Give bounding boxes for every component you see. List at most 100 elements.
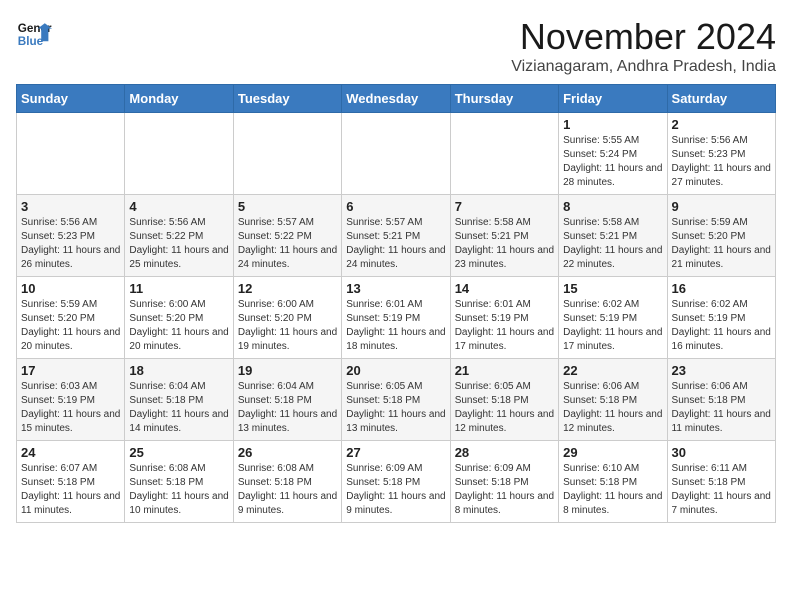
month-title: November 2024 [511,16,776,58]
calendar-cell: 29 Sunrise: 6:10 AM Sunset: 5:18 PM Dayli… [559,441,667,523]
calendar-week-3: 10 Sunrise: 5:59 AM Sunset: 5:20 PM Dayli… [17,277,776,359]
day-number: 11 [129,281,228,296]
day-info: Sunrise: 6:08 AM Sunset: 5:18 PM Dayligh… [129,462,228,518]
day-info: Sunrise: 6:09 AM Sunset: 5:18 PM Dayligh… [346,462,445,518]
calendar-cell [233,113,341,195]
day-number: 24 [21,445,120,460]
day-info: Sunrise: 5:57 AM Sunset: 5:22 PM Dayligh… [238,216,337,272]
day-info: Sunrise: 6:00 AM Sunset: 5:20 PM Dayligh… [129,298,228,354]
day-info: Sunrise: 6:07 AM Sunset: 5:18 PM Dayligh… [21,462,120,518]
calendar-cell: 13 Sunrise: 6:01 AM Sunset: 5:19 PM Dayli… [342,277,450,359]
calendar-cell [450,113,558,195]
day-number: 1 [563,117,662,132]
day-number: 25 [129,445,228,460]
day-info: Sunrise: 5:59 AM Sunset: 5:20 PM Dayligh… [21,298,120,354]
day-info: Sunrise: 5:58 AM Sunset: 5:21 PM Dayligh… [563,216,662,272]
calendar-cell: 21Sunrise: 6:05 AM Sunset: 5:18 PM Dayli… [450,359,558,441]
day-number: 10 [21,281,120,296]
day-number: 20 [346,363,445,378]
day-info: Sunrise: 6:09 AM Sunset: 5:18 PM Dayligh… [455,462,554,518]
day-number: 12 [238,281,337,296]
day-number: 15 [563,281,662,296]
day-info: Sunrise: 6:03 AM Sunset: 5:19 PM Dayligh… [21,380,120,436]
day-number: 9 [672,199,771,214]
day-info: Sunrise: 5:56 AM Sunset: 5:23 PM Dayligh… [21,216,120,272]
calendar-cell: 12 Sunrise: 6:00 AM Sunset: 5:20 PM Dayli… [233,277,341,359]
day-info: Sunrise: 6:05 AM Sunset: 5:18 PM Dayligh… [346,380,445,436]
weekday-header-monday: Monday [125,85,233,113]
calendar-week-1: 1 Sunrise: 5:55 AM Sunset: 5:24 PM Daylig… [17,113,776,195]
calendar-week-4: 17 Sunrise: 6:03 AM Sunset: 5:19 PM Dayli… [17,359,776,441]
calendar-cell: 17 Sunrise: 6:03 AM Sunset: 5:19 PM Dayli… [17,359,125,441]
day-info: Sunrise: 6:01 AM Sunset: 5:19 PM Dayligh… [455,298,554,354]
svg-text:Blue: Blue [18,35,44,48]
calendar-cell: 26Sunrise: 6:08 AM Sunset: 5:18 PM Dayli… [233,441,341,523]
day-info: Sunrise: 5:56 AM Sunset: 5:22 PM Dayligh… [129,216,228,272]
calendar-cell: 9 Sunrise: 5:59 AM Sunset: 5:20 PM Daylig… [667,195,775,277]
calendar-cell [17,113,125,195]
day-info: Sunrise: 5:55 AM Sunset: 5:24 PM Dayligh… [563,134,662,190]
calendar-cell: 25 Sunrise: 6:08 AM Sunset: 5:18 PM Dayli… [125,441,233,523]
day-number: 8 [563,199,662,214]
calendar-cell: 2 Sunrise: 5:56 AM Sunset: 5:23 PM Daylig… [667,113,775,195]
logo-icon: General Blue [16,16,52,52]
day-number: 7 [455,199,554,214]
calendar-cell: 19 Sunrise: 6:04 AM Sunset: 5:18 PM Dayli… [233,359,341,441]
calendar-cell [125,113,233,195]
weekday-header-saturday: Saturday [667,85,775,113]
day-info: Sunrise: 6:04 AM Sunset: 5:18 PM Dayligh… [129,380,228,436]
day-number: 13 [346,281,445,296]
day-number: 23 [672,363,771,378]
day-info: Sunrise: 6:00 AM Sunset: 5:20 PM Dayligh… [238,298,337,354]
calendar-cell: 7 Sunrise: 5:58 AM Sunset: 5:21 PM Daylig… [450,195,558,277]
day-number: 30 [672,445,771,460]
day-number: 18 [129,363,228,378]
day-number: 16 [672,281,771,296]
day-info: Sunrise: 6:05 AM Sunset: 5:18 PM Dayligh… [455,380,554,436]
day-info: Sunrise: 5:59 AM Sunset: 5:20 PM Dayligh… [672,216,771,272]
day-number: 28 [455,445,554,460]
day-info: Sunrise: 6:01 AM Sunset: 5:19 PM Dayligh… [346,298,445,354]
calendar-cell: 8 Sunrise: 5:58 AM Sunset: 5:21 PM Daylig… [559,195,667,277]
day-info: Sunrise: 5:57 AM Sunset: 5:21 PM Dayligh… [346,216,445,272]
weekday-header-thursday: Thursday [450,85,558,113]
weekday-header-sunday: Sunday [17,85,125,113]
day-info: Sunrise: 6:02 AM Sunset: 5:19 PM Dayligh… [672,298,771,354]
calendar-cell: 22Sunrise: 6:06 AM Sunset: 5:18 PM Dayli… [559,359,667,441]
calendar-cell: 27 Sunrise: 6:09 AM Sunset: 5:18 PM Dayli… [342,441,450,523]
day-info: Sunrise: 6:11 AM Sunset: 5:18 PM Dayligh… [672,462,771,518]
calendar-cell: 23 Sunrise: 6:06 AM Sunset: 5:18 PM Dayli… [667,359,775,441]
calendar-cell: 5 Sunrise: 5:57 AM Sunset: 5:22 PM Daylig… [233,195,341,277]
day-number: 3 [21,199,120,214]
day-info: Sunrise: 5:58 AM Sunset: 5:21 PM Dayligh… [455,216,554,272]
day-number: 26 [238,445,337,460]
day-info: Sunrise: 5:56 AM Sunset: 5:23 PM Dayligh… [672,134,771,190]
calendar-cell: 15 Sunrise: 6:02 AM Sunset: 5:19 PM Dayli… [559,277,667,359]
calendar-cell: 3 Sunrise: 5:56 AM Sunset: 5:23 PM Daylig… [17,195,125,277]
day-info: Sunrise: 6:06 AM Sunset: 5:18 PM Dayligh… [672,380,771,436]
calendar-cell: 28 Sunrise: 6:09 AM Sunset: 5:18 PM Dayli… [450,441,558,523]
day-number: 4 [129,199,228,214]
day-number: 29 [563,445,662,460]
calendar-cell: 10 Sunrise: 5:59 AM Sunset: 5:20 PM Dayli… [17,277,125,359]
calendar-cell: 1 Sunrise: 5:55 AM Sunset: 5:24 PM Daylig… [559,113,667,195]
calendar-week-5: 24 Sunrise: 6:07 AM Sunset: 5:18 PM Dayli… [17,441,776,523]
weekday-header-row: SundayMondayTuesdayWednesdayThursdayFrid… [17,85,776,113]
day-info: Sunrise: 6:04 AM Sunset: 5:18 PM Dayligh… [238,380,337,436]
day-number: 27 [346,445,445,460]
calendar-cell: 14 Sunrise: 6:01 AM Sunset: 5:19 PM Dayli… [450,277,558,359]
day-number: 17 [21,363,120,378]
calendar-cell: 18 Sunrise: 6:04 AM Sunset: 5:18 PM Dayli… [125,359,233,441]
calendar-cell: 20 Sunrise: 6:05 AM Sunset: 5:18 PM Dayli… [342,359,450,441]
day-number: 2 [672,117,771,132]
day-info: Sunrise: 6:10 AM Sunset: 5:18 PM Dayligh… [563,462,662,518]
calendar-cell: 11 Sunrise: 6:00 AM Sunset: 5:20 PM Dayli… [125,277,233,359]
day-info: Sunrise: 6:02 AM Sunset: 5:19 PM Dayligh… [563,298,662,354]
calendar-cell: 6Sunrise: 5:57 AM Sunset: 5:21 PM Daylig… [342,195,450,277]
calendar-week-2: 3 Sunrise: 5:56 AM Sunset: 5:23 PM Daylig… [17,195,776,277]
day-number: 22 [563,363,662,378]
calendar-cell: 24 Sunrise: 6:07 AM Sunset: 5:18 PM Dayli… [17,441,125,523]
day-number: 14 [455,281,554,296]
day-number: 19 [238,363,337,378]
day-number: 5 [238,199,337,214]
